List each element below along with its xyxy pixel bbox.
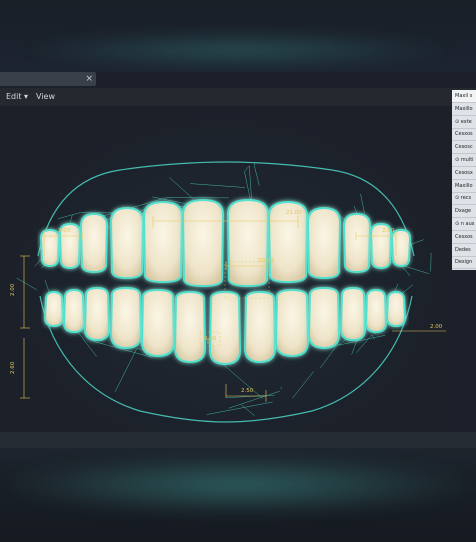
mesh-edge [254,166,260,186]
mesh-edge [114,348,137,392]
properties-panel[interactable]: Maxil s Maxillo ⊙ exte Cesxos Cesosc ⊙ multi C… [452,90,476,270]
menu-edit[interactable]: Edit ▾ [6,88,28,106]
backdrop-glow-top [20,30,456,70]
status-bar [0,432,476,448]
dimension-label-center-width: 20.22 [258,258,274,264]
lower-tooth[interactable] [62,288,86,334]
mesh-edge [360,193,365,214]
panel-row[interactable]: Dedes [452,244,476,257]
dimension-label-midline: 0.00 [204,336,217,342]
panel-row[interactable]: ⊙ exte [452,116,476,129]
dimension-label-left-width: 2.03 [58,228,71,234]
lower-tooth[interactable] [83,286,111,342]
upper-tooth[interactable] [181,198,225,288]
lower-tooth[interactable] [173,290,207,364]
mesh-edge [190,183,245,188]
lower-tooth[interactable] [208,290,242,366]
panel-row[interactable]: ⊙ n aus [452,218,476,231]
dimension-label-upper-height: 2.00 [10,283,16,296]
lower-tooth[interactable] [364,288,388,334]
mesh-edge [16,277,37,291]
panel-row[interactable]: Cesxos [452,128,476,142]
panel-row[interactable]: Design [452,256,476,270]
lower-tooth[interactable] [43,290,65,328]
menu-edit-label: Edit [6,92,22,101]
mesh-edge [280,386,282,390]
backdrop-glow-bottom [0,455,476,515]
lower-tooth[interactable] [274,288,310,358]
dimension-label-bottom-width: 2.50 [241,388,254,394]
lower-tooth[interactable] [109,286,143,350]
lower-tooth[interactable] [140,288,176,358]
3d-viewport[interactable]: 21.00 2.03 2.50 20.22 2.00 2.60 0.00 2.0… [0,106,451,432]
mesh-edge [292,371,314,399]
lower-tooth[interactable] [339,286,367,342]
teeth-group [39,198,412,366]
mesh-edge [371,334,375,340]
dimension-label-lower-height: 2.60 [10,361,16,374]
mesh-edge [206,401,273,415]
mesh-edge [241,404,255,417]
lower-tooth[interactable] [307,286,341,350]
menu-bar: Edit ▾ View [0,88,476,106]
upper-tooth[interactable] [342,212,372,274]
upper-tooth[interactable] [306,206,342,280]
upper-tooth[interactable] [109,206,145,280]
dimension-label-top-width: 21.00 [286,210,302,216]
dental-model-svg: 21.00 2.03 2.50 20.22 2.00 2.60 0.00 2.0… [10,161,446,423]
upper-tooth[interactable] [226,198,270,288]
mesh-edge [226,394,275,398]
panel-row[interactable]: ⊙ recs [452,192,476,206]
panel-row[interactable]: ⊙ multi [452,154,476,167]
menu-view[interactable]: View [36,88,55,106]
dimension-label-right-width: 2.50 [382,228,395,234]
mesh-edge [57,212,81,219]
panel-row[interactable]: Cesxos [452,231,476,244]
dental-design-window: × Edit ▾ View 21.00 2.03 2.50 20.22 2.00… [0,72,476,448]
panel-row[interactable]: Maxillo [452,103,476,116]
address-bar[interactable]: × [0,72,96,86]
dimension-label-right-offset: 2.00 [430,324,443,330]
upper-tooth[interactable] [142,200,184,284]
lower-tooth[interactable] [385,290,407,328]
upper-tooth[interactable] [390,228,412,268]
upper-tooth[interactable] [79,212,109,274]
close-icon[interactable]: × [85,72,93,86]
panel-row[interactable]: Dxage [452,205,476,219]
panel-row[interactable]: Maxillo [452,180,476,193]
lower-tooth[interactable] [243,290,277,364]
panel-row[interactable]: Cesosc [452,141,476,155]
chevron-down-icon: ▾ [24,92,29,101]
panel-row[interactable]: Cesosx [452,167,476,180]
mesh-edge [244,165,250,172]
panel-row[interactable]: Maxil s [452,90,476,103]
